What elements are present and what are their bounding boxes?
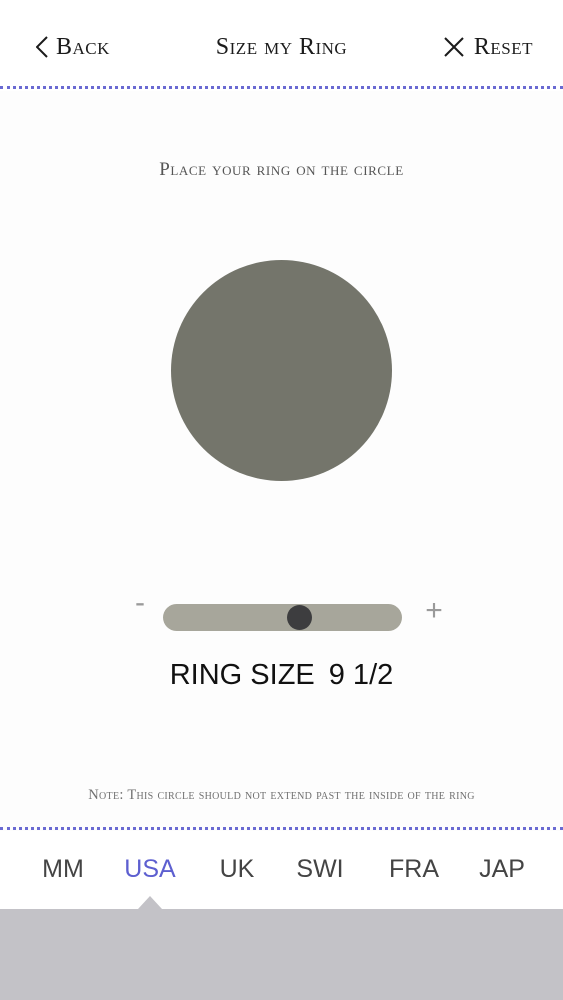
- bottom-panel: [0, 909, 563, 1000]
- reset-button[interactable]: Reset: [444, 32, 533, 62]
- ring-size-label: RING SIZE: [169, 659, 315, 691]
- increase-button[interactable]: +: [420, 596, 448, 626]
- header: Back Size my Ring Reset: [0, 0, 563, 88]
- note-text: Note: This circle should not extend past…: [88, 787, 475, 803]
- sizer-panel: Place your ring on the circle - + RING S…: [0, 91, 563, 831]
- sizing-circle: [171, 260, 392, 481]
- ring-size-value: 9 1/2: [328, 659, 394, 691]
- unit-tabs: MM USA UK SWI FRA JAP: [0, 833, 563, 909]
- instruction-text: Place your ring on the circle: [159, 159, 404, 180]
- header-divider: [0, 86, 563, 89]
- tab-uk[interactable]: UK: [197, 855, 277, 884]
- units-divider: [0, 827, 563, 830]
- close-icon: [444, 37, 464, 57]
- selected-tab-indicator: [138, 896, 162, 909]
- reset-label: Reset: [473, 33, 533, 60]
- tab-swi[interactable]: SWI: [280, 855, 360, 884]
- tab-fra[interactable]: FRA: [374, 855, 454, 884]
- decrease-button[interactable]: -: [130, 588, 150, 618]
- tab-usa[interactable]: USA: [110, 855, 190, 884]
- size-slider[interactable]: [163, 604, 402, 631]
- ring-size-readout: RING SIZE 9 1/2: [0, 659, 563, 692]
- tab-mm[interactable]: MM: [23, 855, 103, 884]
- slider-thumb[interactable]: [287, 605, 313, 630]
- tab-jap[interactable]: JAP: [462, 855, 542, 884]
